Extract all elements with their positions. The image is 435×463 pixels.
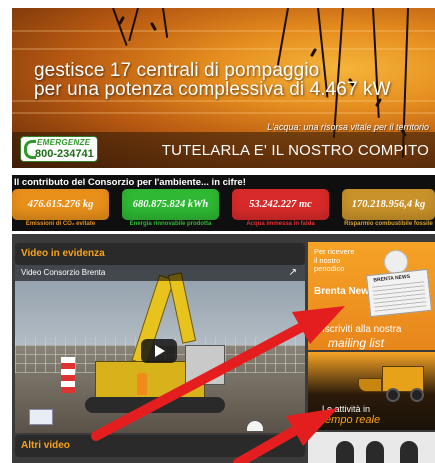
brenta-news-promo[interactable]: Per ricevere il nostro periodico Brenta … (308, 242, 435, 350)
stat-value: 53.242.227 mc (249, 199, 312, 210)
willow-branch (128, 8, 139, 42)
stats-title: Il contributo del Consorzio per l'ambien… (14, 177, 246, 188)
realtime-activity-promo[interactable]: Le attività in tempo reale (308, 352, 435, 430)
stat-fuel-box: 170.218.956,4 kg (342, 189, 435, 220)
willow-branch (276, 8, 289, 68)
video-title[interactable]: Video Consorzio Brenta (21, 268, 105, 277)
activity-line1: Le attività in (322, 404, 371, 414)
video-player[interactable]: Video Consorzio Brenta ↗ (15, 265, 305, 433)
stat-value: 476.615.276 kg (27, 199, 94, 210)
emergency-number: 800-234741 (35, 148, 94, 160)
content-area: Video in evidenza Video Consorzio Brenta… (12, 234, 435, 463)
hero-banner: gestisce 17 centrali di pompaggio per un… (12, 8, 435, 168)
share-icon[interactable]: ↗ (289, 267, 297, 278)
person-silhouette (336, 441, 354, 463)
stat-co2-box: 476.615.276 kg (12, 189, 109, 220)
stat-value: 170.218.956,4 kg (351, 199, 426, 210)
stat-energy-box: 680.875.824 kWh (122, 189, 219, 220)
activity-line2: tempo reale (322, 414, 381, 426)
featured-video-heading: Video in evidenza (15, 243, 305, 265)
willow-leaf (117, 15, 126, 26)
stat-label: Emissioni di CO₂ evitate (25, 221, 96, 227)
stat-water-box: 53.242.227 mc (232, 189, 329, 220)
news-promo-text: Per ricevere il nostro periodico (314, 247, 354, 274)
stat-label: Acqua immessa in falda (246, 221, 315, 227)
person-silhouette (366, 441, 384, 463)
loader-wheel (410, 388, 424, 402)
willow-branch (332, 8, 344, 138)
stat-label: Risparmio combustibile fossile (344, 221, 433, 227)
loader-scoop (358, 378, 382, 392)
stat-value: 680.875.824 kWh (132, 199, 209, 210)
water-ripple (12, 30, 435, 32)
loader-wheel (386, 388, 400, 402)
emergency-number-badge[interactable]: EMERGENZE 800-234741 (20, 136, 98, 162)
newspaper-image: BRENTA NEWS (365, 268, 433, 318)
mailing-line1: Iscriviti alla nostra (322, 324, 402, 335)
news-brand: Brenta News (314, 286, 375, 297)
people-banner[interactable] (308, 432, 435, 463)
willow-branch (112, 8, 128, 46)
news-promo-line: periodico (314, 264, 345, 273)
video-barrier (61, 357, 75, 393)
willow-branch (162, 8, 169, 38)
water-ripple (12, 112, 435, 114)
more-videos-heading[interactable]: Altri video (15, 435, 305, 457)
excavator-cab (185, 345, 225, 385)
hero-headline-line2: per una potenza complessiva di 4.467 kW (34, 79, 391, 100)
excavator-track (85, 397, 225, 413)
hardhat-figure (247, 421, 263, 431)
emergency-label: EMERGENZE (37, 138, 91, 147)
worker-figure (137, 373, 147, 395)
consorzio-logo (29, 409, 53, 425)
play-button[interactable] (141, 339, 177, 363)
water-ripple (12, 48, 435, 50)
person-silhouette (400, 441, 418, 463)
hero-tagline: L'acqua: una risorsa vitale per il terri… (267, 122, 429, 132)
newspaper-lines (372, 280, 427, 312)
hero-slogan: TUTELARLA E' IL NOSTRO COMPITO (161, 142, 429, 159)
mailing-line2: mailing list (328, 336, 385, 350)
stat-label: Energia rinnovabile prodotta (129, 221, 212, 227)
environment-stats: Il contributo del Consorzio per l'ambien… (12, 175, 435, 231)
